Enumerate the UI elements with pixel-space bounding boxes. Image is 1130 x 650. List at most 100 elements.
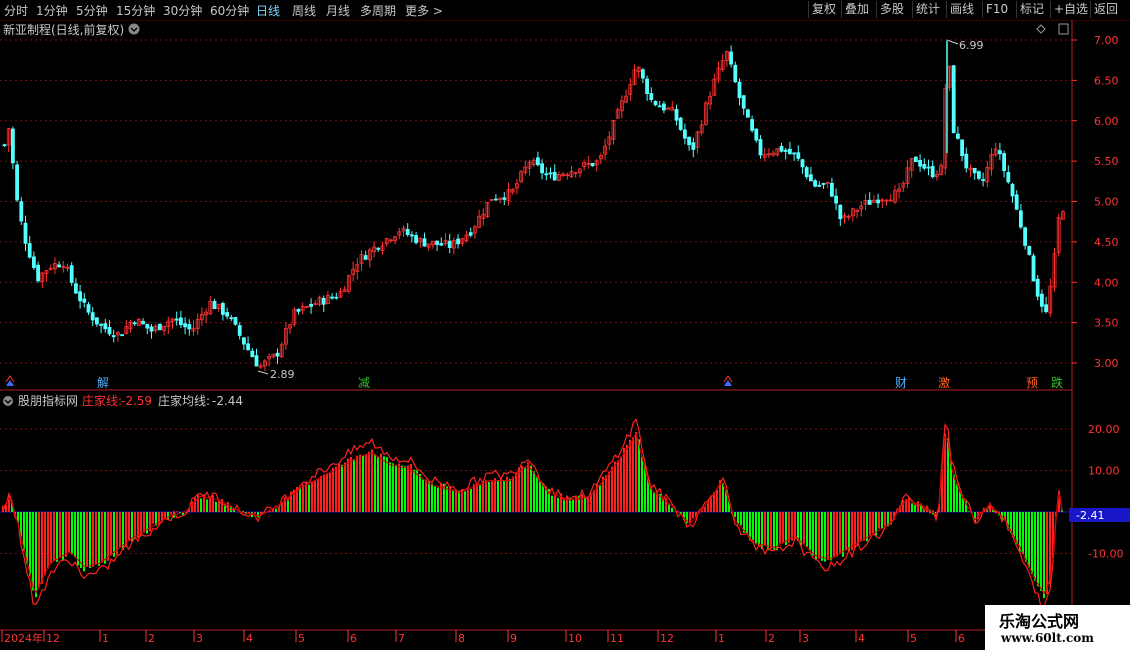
candle-body	[544, 173, 549, 176]
candle-body	[804, 167, 809, 178]
timeframe-tab-weekly[interactable]: 周线	[292, 2, 316, 19]
candle-body	[746, 109, 750, 118]
date-axis-label: 11	[610, 632, 624, 645]
candle-body	[590, 163, 595, 167]
candle-body	[321, 297, 326, 305]
candle-body	[145, 323, 150, 329]
timeframe-tab-fenshi[interactable]: 分时	[4, 2, 28, 19]
candle-body	[414, 235, 419, 244]
event-marker[interactable]: 解	[97, 376, 109, 390]
title-dropdown-icon[interactable]	[128, 23, 140, 35]
candle-body	[107, 326, 112, 335]
timeframe-tab-15min[interactable]: 15分钟	[116, 2, 155, 19]
candle-body	[246, 343, 251, 351]
candle-body	[998, 150, 1002, 155]
date-axis-label: 7	[398, 632, 405, 645]
timeframe-tab-60min[interactable]: 60分钟	[210, 2, 249, 19]
candle-body	[834, 195, 838, 204]
date-axis-label: 1	[102, 632, 109, 645]
candle-body	[376, 247, 381, 250]
timeframe-tab-multi[interactable]: 多周期	[360, 2, 396, 19]
candle-body	[405, 228, 410, 236]
line2-value: -2.44	[212, 394, 243, 408]
statistics-button[interactable]: 统计	[912, 1, 943, 18]
candle-body	[674, 108, 679, 121]
diamond-icon[interactable]	[1036, 24, 1046, 34]
date-axis-label: 6	[958, 632, 965, 645]
candle-body	[233, 317, 238, 325]
candle-body	[187, 324, 192, 330]
candle-body	[90, 312, 95, 321]
candle-body	[729, 51, 733, 65]
timeframe-tab-monthly[interactable]: 月线	[326, 2, 350, 19]
event-marker[interactable]: 财	[895, 376, 907, 390]
price-axis-label: 4.50	[1094, 236, 1119, 249]
high-price-label: 6.99	[959, 39, 984, 52]
candle-body	[141, 321, 146, 325]
candle-body	[645, 78, 649, 94]
price-axis-label: 4.00	[1094, 276, 1119, 289]
candle-body	[1002, 153, 1006, 172]
chart-canvas[interactable]: 7.00 6.50 6.00 5.50 5.00 4.50 4.00 3.50 3.00 20.0…	[0, 20, 1130, 650]
candle-body	[157, 323, 162, 331]
price-axis-label: 7.00	[1094, 34, 1119, 47]
event-marker[interactable]: 预	[1026, 376, 1038, 390]
candle-body	[926, 166, 931, 169]
date-axis-label: 2024年	[4, 631, 43, 645]
date-axis-label: 5	[910, 632, 917, 645]
event-marker[interactable]: 激	[938, 376, 950, 390]
event-marker[interactable]: 减	[358, 376, 370, 390]
candle-body	[82, 298, 87, 303]
candle-body	[1006, 172, 1011, 183]
candle-body	[951, 65, 956, 134]
candle-body	[439, 243, 444, 246]
candle-body	[36, 264, 40, 282]
timeframe-tab-more[interactable]: 更多 >	[405, 2, 443, 19]
candle-body	[792, 152, 796, 155]
timeframe-tab-1min[interactable]: 1分钟	[36, 2, 68, 19]
date-axis-label: 12	[660, 632, 674, 645]
candle-body	[758, 139, 763, 156]
timeframe-tab-5min[interactable]: 5分钟	[76, 2, 108, 19]
candle-body	[922, 163, 927, 169]
low-price-label: 2.89	[270, 368, 295, 381]
back-button[interactable]: 返回	[1090, 1, 1121, 18]
multi-stock-button[interactable]: 多股	[876, 1, 907, 18]
add-watchlist-button[interactable]: +自选	[1050, 1, 1091, 18]
date-axis-label: 9	[510, 632, 517, 645]
candle-body	[960, 139, 964, 157]
candle-body	[662, 103, 666, 111]
candle-body	[641, 69, 645, 79]
candle-body	[225, 312, 230, 317]
candle-body	[1044, 304, 1048, 312]
price-axis-label: 6.50	[1094, 74, 1119, 87]
candle-body	[972, 167, 977, 174]
f10-button[interactable]: F10	[982, 1, 1011, 18]
draw-line-button[interactable]: 画线	[946, 1, 977, 18]
event-marker[interactable]: 跌	[1051, 375, 1063, 390]
candle-body	[956, 133, 960, 139]
candle-body	[830, 182, 834, 197]
candle-body	[1031, 255, 1036, 282]
candle-body	[750, 119, 754, 131]
candle-body	[23, 222, 28, 244]
candle-body	[229, 317, 234, 320]
window-icon[interactable]	[1058, 23, 1069, 35]
timeframe-tab-daily[interactable]: 日线	[256, 2, 280, 19]
candle-body	[678, 117, 683, 130]
date-axis-label: 3	[196, 632, 203, 645]
candle-body	[468, 232, 473, 236]
mark-button[interactable]: 标记	[1016, 1, 1047, 18]
indicator-dropdown-icon[interactable]	[3, 396, 13, 406]
overlay-button[interactable]: 叠加	[841, 1, 872, 18]
candle-body	[78, 291, 82, 302]
fuquan-button[interactable]: 复权	[808, 1, 839, 18]
event-markers: 解 减 财 激 预跌	[5, 375, 1063, 390]
timeframe-tab-30min[interactable]: 30分钟	[163, 2, 202, 19]
watermark-title: 乐淘公式网	[999, 612, 1080, 631]
candle-body	[867, 199, 872, 205]
candle-body	[813, 180, 817, 187]
candle-body	[1019, 210, 1023, 228]
candle-body	[212, 300, 217, 310]
line1-label: 庄家线:	[82, 393, 122, 408]
